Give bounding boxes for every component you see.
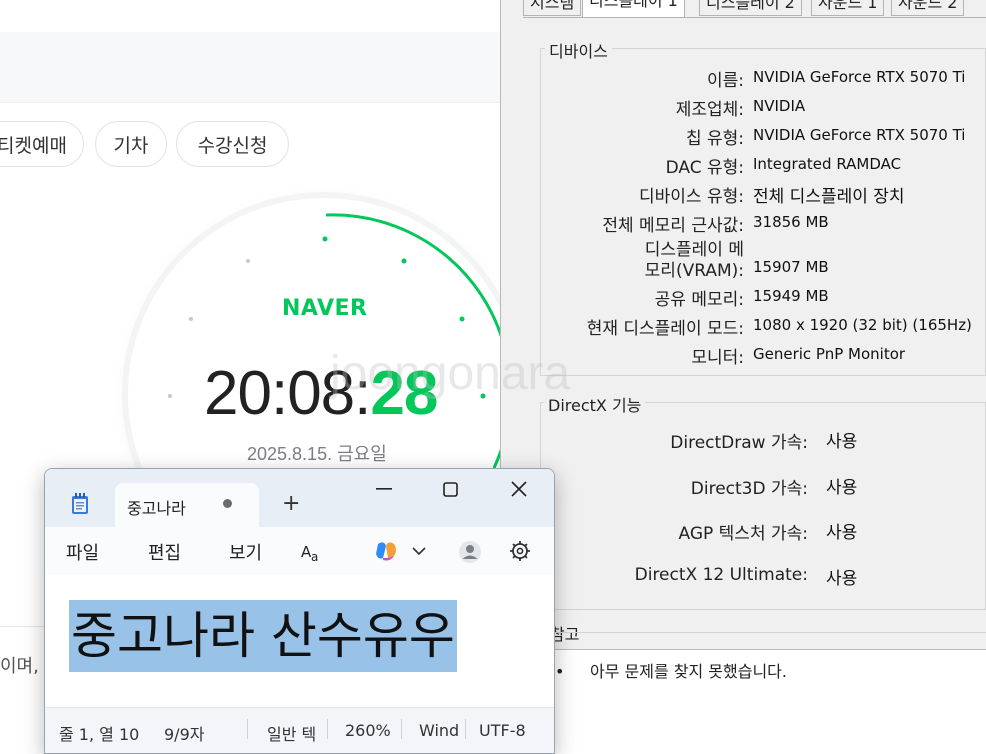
status-cursor-position: 줄 1, 열 10 xyxy=(59,725,140,744)
shared-memory-label: 공유 메모리: xyxy=(654,290,744,310)
naver-bottom-text: 이며, xyxy=(0,656,39,677)
notes-text: 아무 문제를 찾지 못했습니다. xyxy=(590,662,787,681)
status-format[interactable]: 일반 텍 xyxy=(267,721,316,745)
status-char-count: 9/9자 xyxy=(164,725,205,744)
minimize-icon[interactable] xyxy=(376,487,392,491)
vram-label-line2: 모리(VRAM): xyxy=(644,261,744,281)
name-value: NVIDIA GeForce RTX 5070 Ti xyxy=(753,68,966,86)
tab-label: 사운드 2 xyxy=(898,0,958,12)
vram-value: 15907 MB xyxy=(753,258,829,276)
account-icon[interactable] xyxy=(458,540,482,564)
notepad-app-icon xyxy=(72,493,88,514)
name-label: 이름: xyxy=(706,71,744,91)
status-divider xyxy=(327,719,328,739)
dx12-ultimate-label: DirectX 12 Ultimate: xyxy=(634,565,808,585)
notepad-titlebar[interactable]: 중고나라 + xyxy=(45,469,554,527)
copilot-icon[interactable] xyxy=(374,540,398,562)
svg-text:a: a xyxy=(311,550,318,563)
notepad-window: 중고나라 + 파일 편집 보기 A a 중고나라 산수유우 줄 1, 열 10 … xyxy=(44,468,555,754)
shared-memory-value: 15949 MB xyxy=(753,287,829,305)
unsaved-dot-icon[interactable] xyxy=(223,499,232,508)
monitor-value: Generic PnP Monitor xyxy=(753,345,906,363)
naver-search-band xyxy=(0,32,500,103)
dac-type-value: Integrated RAMDAC xyxy=(753,155,902,173)
clock-date: 2025.8.15. 금요일 xyxy=(247,444,387,464)
agp-texture-label: AGP 텍스처 가속: xyxy=(678,524,809,544)
clock-tick xyxy=(189,317,193,321)
tab-label: 디스플레이 2 xyxy=(706,0,795,12)
clock-tick xyxy=(246,259,250,263)
tab-display-1[interactable]: 디스플레이 1 xyxy=(582,0,685,18)
chip-train[interactable]: 기차 xyxy=(95,121,167,167)
dxdiag-tabs: 시스템 디스플레이 1 디스플레이 2 사운드 1 사운드 2 xyxy=(501,0,986,18)
device-type-value: 전체 디스플레이 장치 xyxy=(753,187,905,207)
monitor-label: 모니터: xyxy=(691,348,744,368)
status-divider xyxy=(401,719,402,739)
chip-label: 티켓예매 xyxy=(0,134,67,157)
bullet-icon: • xyxy=(555,662,565,681)
notepad-tab-title: 중고나라 xyxy=(127,499,186,518)
tab-label: 사운드 1 xyxy=(818,0,878,12)
tab-sound-2[interactable]: 사운드 2 xyxy=(891,0,965,16)
menu-edit[interactable]: 편집 xyxy=(148,539,181,565)
gear-icon[interactable] xyxy=(509,540,531,562)
display-mode-label: 현재 디스플레이 모드: xyxy=(586,319,744,339)
total-memory-value: 31856 MB xyxy=(753,213,829,231)
direct3d-value: 사용 xyxy=(826,478,858,498)
chip-label: 기차 xyxy=(113,134,149,157)
status-zoom[interactable]: 260% xyxy=(345,721,391,740)
naver-top-band xyxy=(0,0,500,32)
manufacturer-value: NVIDIA xyxy=(753,97,806,115)
font-format-icon[interactable]: A a xyxy=(301,541,323,563)
status-divider xyxy=(465,719,466,739)
tab-display-2[interactable]: 디스플레이 2 xyxy=(699,0,802,16)
device-type-label: 디바이스 유형: xyxy=(639,187,744,207)
directdraw-label: DirectDraw 가속: xyxy=(670,433,808,453)
chip-label: 수강신청 xyxy=(197,134,268,157)
display-mode-value: 1080 x 1920 (32 bit) (165Hz) xyxy=(753,316,972,334)
tab-panel-border xyxy=(523,17,986,18)
device-group-title: 디바이스 xyxy=(545,38,612,62)
new-tab-button[interactable]: + xyxy=(282,491,300,516)
clock-tick xyxy=(401,258,407,264)
close-icon[interactable] xyxy=(511,481,527,497)
direct3d-label: Direct3D 가속: xyxy=(690,479,808,499)
tab-label: 시스템 xyxy=(530,0,575,12)
clock-tick xyxy=(322,236,328,242)
selected-text[interactable]: 중고나라 산수유우 xyxy=(69,600,457,672)
status-line-ending[interactable]: Wind xyxy=(419,721,461,740)
tab-sound-1[interactable]: 사운드 1 xyxy=(811,0,885,16)
tab-label: 디스플레이 1 xyxy=(589,0,678,10)
tab-system[interactable]: 시스템 xyxy=(523,0,582,16)
notepad-tab[interactable]: 중고나라 xyxy=(115,483,259,527)
chip-type-label: 칩 유형: xyxy=(685,129,744,149)
directdraw-value: 사용 xyxy=(826,432,858,452)
clock-tick xyxy=(168,394,172,398)
menu-view[interactable]: 보기 xyxy=(229,539,262,565)
agp-texture-value: 사용 xyxy=(826,523,858,543)
manufacturer-label: 제조업체: xyxy=(675,100,744,120)
chip-ticket[interactable]: 티켓예매 xyxy=(0,121,84,167)
dx12-ultimate-value: 사용 xyxy=(826,569,858,589)
chevron-down-icon[interactable] xyxy=(412,546,426,556)
chip-type-value: NVIDIA GeForce RTX 5070 Ti xyxy=(753,126,966,144)
naver-logo: NAVER xyxy=(282,296,368,321)
dac-type-label: DAC 유형: xyxy=(665,158,744,178)
chip-course-registration[interactable]: 수강신청 xyxy=(176,121,289,167)
maximize-icon[interactable] xyxy=(443,482,459,498)
watermark: joongonara xyxy=(330,347,571,400)
status-encoding[interactable]: UTF-8 xyxy=(479,721,526,740)
clock-tick xyxy=(459,316,465,322)
status-divider xyxy=(247,719,248,739)
menu-file[interactable]: 파일 xyxy=(66,539,99,565)
total-memory-label: 전체 메모리 근사값: xyxy=(602,216,744,236)
